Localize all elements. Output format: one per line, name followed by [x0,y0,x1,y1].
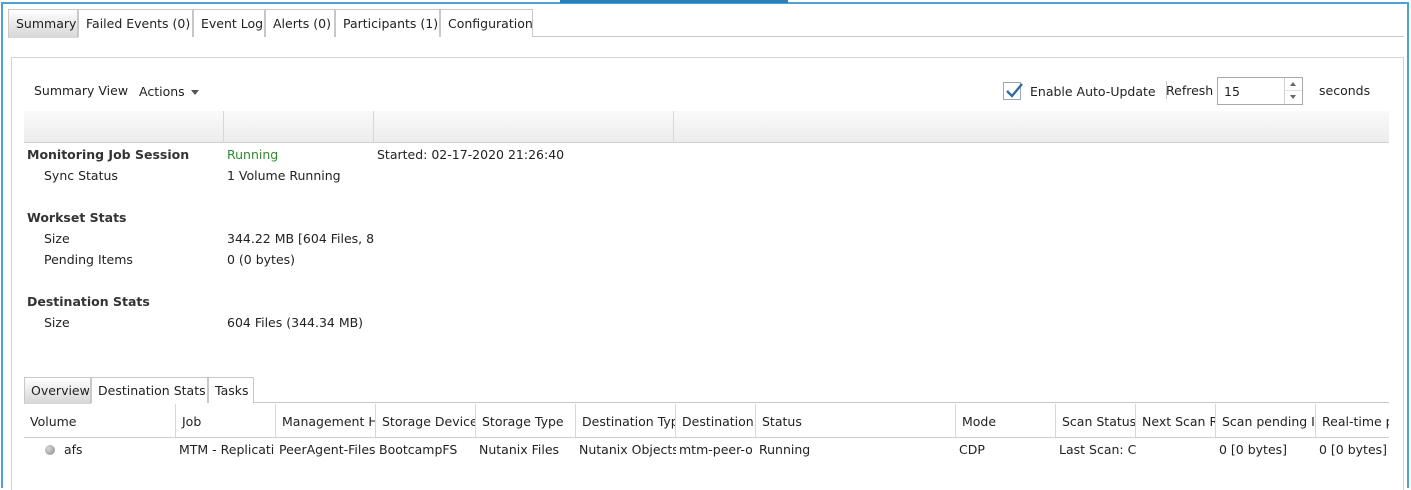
tab-label: Failed Events (0) [86,16,191,31]
tab-participants[interactable]: Participants (1) [335,9,440,37]
header-column [24,111,224,143]
actions-menu[interactable]: Actions [139,84,199,99]
destination-size-value: 604 Files (344.34 MB) [227,315,364,330]
tab-label: Tasks [215,383,249,398]
status-dot-icon [45,445,55,455]
tab-event-log[interactable]: Event Log [193,9,265,37]
column-header-management-host[interactable]: Management Ho [276,404,376,438]
cell-status: Running [759,442,811,457]
tab-failed-events[interactable]: Failed Events (0) [78,9,193,37]
refresh-interval-stepper [1217,77,1303,105]
column-header-scan-pending[interactable]: Scan pending I [1216,404,1316,438]
cell-management-host: PeerAgent-Files [279,442,376,457]
stepper-down-button[interactable] [1285,91,1302,104]
summary-panel: Summary View Actions Enable Auto-Update … [11,57,1404,490]
column-header-scan-status[interactable]: Scan Status [1056,404,1136,438]
checkmark-icon [1006,83,1023,98]
cell-destination-type: Nutanix Objects [579,442,676,457]
column-header-realtime[interactable]: Real-time p [1316,404,1389,438]
refresh-label: Refresh [1166,83,1214,98]
actions-label: Actions [139,84,185,99]
stepper-up-button[interactable] [1285,78,1302,91]
frame-highlight [560,0,788,3]
sync-status-label: Sync Status [44,168,118,183]
refresh-interval-input[interactable] [1218,78,1284,104]
column-header-next-scan[interactable]: Next Scan R [1136,404,1216,438]
seconds-label: seconds [1319,83,1371,98]
tab-label: Summary [16,16,77,31]
table-row[interactable]: afs MTM - Replicati PeerAgent-Files Boot… [24,439,1389,461]
pending-items-label: Pending Items [44,252,133,267]
tab-summary[interactable]: Summary [8,9,78,38]
cell-destination: mtm-peer-o [679,442,753,457]
column-header-job[interactable]: Job [176,404,276,438]
cell-storage-type: Nutanix Files [479,442,560,457]
auto-update-label: Enable Auto-Update [1030,84,1156,99]
cell-volume: afs [24,439,176,461]
session-status: Running [227,147,279,162]
destination-heading: Destination Stats [27,294,150,309]
destination-size-label: Size [44,315,70,330]
cell-text: afs [64,442,83,457]
header-column [224,111,374,143]
summary-table-header [24,111,1389,143]
cell-mode: CDP [959,442,985,457]
top-tab-bar: Summary Failed Events (0) Event Log Aler… [8,9,1404,38]
cell-realtime: 0 [0 bytes] [1319,442,1388,457]
cell-job: MTM - Replicati [179,442,275,457]
column-header-storage-device[interactable]: Storage Device [376,404,476,438]
tab-label: Alerts (0) [273,16,331,31]
tab-label: Event Log [201,16,264,31]
tab-label: Configuration [448,16,533,31]
column-header-destination[interactable]: Destination [676,404,756,438]
tab-configuration[interactable]: Configuration [440,9,533,37]
workset-heading: Workset Stats [27,210,127,225]
tab-label: Destination Stats [98,383,206,398]
chevron-down-icon [190,90,199,95]
tab-label: Participants (1) [343,16,439,31]
cell-scan-pending: 0 [0 bytes] [1219,442,1288,457]
column-header-status[interactable]: Status [756,404,956,438]
column-header-mode[interactable]: Mode [956,404,1056,438]
workset-size-label: Size [44,231,70,246]
sync-status-value: 1 Volume Running [227,168,341,183]
tab-alerts[interactable]: Alerts (0) [265,9,335,37]
pending-items-value: 0 (0 bytes) [227,252,296,267]
cell-storage-device: BootcampFS [379,442,458,457]
cell-scan-status: Last Scan: C [1059,442,1136,457]
sub-tab-bar: Overview Destination Stats Tasks [24,377,1389,404]
stepper-buttons [1284,78,1302,104]
tab-destination-stats[interactable]: Destination Stats [91,377,208,403]
cell-next-scan [1136,439,1216,461]
summary-view-title: Summary View [34,83,129,98]
auto-update-checkbox[interactable] [1003,82,1023,100]
tab-tasks[interactable]: Tasks [208,377,254,403]
column-header-storage-type[interactable]: Storage Type [476,404,576,438]
session-started: Started: 02-17-2020 21:26:40 [377,147,565,162]
volume-grid-header: Volume Job Management Ho Storage Device … [24,404,1389,438]
column-header-volume[interactable]: Volume [24,404,176,438]
tab-overview[interactable]: Overview [24,377,91,404]
column-header-destination-type[interactable]: Destination Type [576,404,676,438]
tab-label: Overview [31,383,90,398]
header-column [374,111,674,143]
session-label: Monitoring Job Session [27,147,190,162]
workset-size-value: 344.22 MB [604 Files, 8 [227,231,375,246]
